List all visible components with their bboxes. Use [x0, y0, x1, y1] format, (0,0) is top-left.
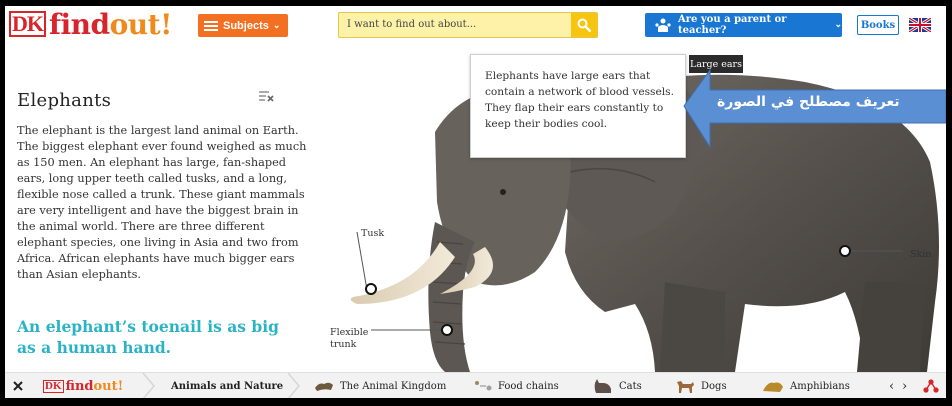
- frog-icon: [762, 379, 784, 393]
- nav-logo-dk: DK: [43, 379, 64, 393]
- nav-item-cats[interactable]: Cats: [593, 373, 642, 398]
- nav-item-label: Cats: [619, 380, 642, 392]
- animal-kingdom-icon: [314, 380, 334, 392]
- nav-next-button[interactable]: ›: [902, 373, 907, 398]
- nav-item-animal-kingdom[interactable]: The Animal Kingdom: [314, 373, 446, 398]
- nav-item-animals-and-nature[interactable]: Animals and Nature: [171, 373, 283, 398]
- nav-logo[interactable]: DK find out!: [43, 373, 123, 398]
- nav-item-dogs[interactable]: Dogs: [675, 373, 727, 398]
- nav-item-label: Amphibians: [790, 380, 850, 392]
- browser-viewport: DK findout! Subjects ⌄ Are you a parent …: [5, 6, 946, 398]
- callout-text: تعريف مصطلح في الصورة: [717, 94, 900, 110]
- nav-logo-find: find: [65, 378, 94, 394]
- nav-item-amphibians[interactable]: Amphibians: [762, 373, 850, 398]
- dog-icon: [675, 379, 695, 393]
- close-icon: [13, 381, 23, 391]
- nav-item-label: Dogs: [701, 380, 727, 392]
- callout-arrow: [683, 68, 946, 149]
- nav-item-food-chains[interactable]: Food chains: [474, 373, 559, 398]
- bottom-breadcrumb-nav: DK find out! Animals and Nature The Anima…: [5, 372, 946, 398]
- cat-icon: [593, 379, 613, 393]
- nav-prev-button[interactable]: ‹: [889, 373, 894, 398]
- nav-logo-out: out!: [93, 378, 124, 394]
- breadcrumb-separator: [287, 373, 300, 398]
- share-icon[interactable]: [923, 373, 939, 398]
- food-chain-icon: [474, 380, 492, 392]
- breadcrumb-separator: [142, 373, 155, 398]
- nav-item-label: The Animal Kingdom: [340, 380, 447, 392]
- nav-item-label: Food chains: [498, 380, 559, 392]
- close-nav-button[interactable]: [13, 373, 23, 398]
